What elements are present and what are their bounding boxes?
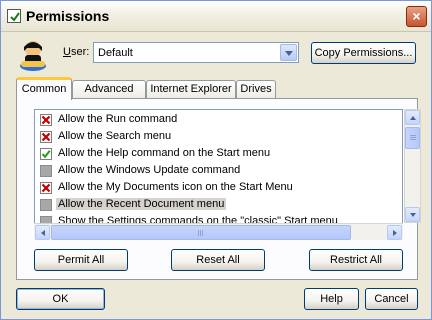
vertical-scroll-thumb[interactable]	[405, 127, 420, 149]
horizontal-scroll-thumb[interactable]	[51, 225, 351, 240]
default-state-checkbox[interactable]	[40, 165, 52, 177]
tab-advanced[interactable]: Advanced	[72, 80, 146, 99]
permitted-check-icon[interactable]	[40, 148, 52, 160]
ok-button[interactable]: OK	[16, 288, 105, 310]
tab-panel-common: Allow the Run command Allow the Search me…	[16, 98, 421, 280]
scroll-down-button[interactable]	[405, 207, 420, 222]
restricted-x-icon[interactable]	[40, 114, 52, 126]
tab-internet-explorer[interactable]: Internet Explorer	[146, 80, 236, 99]
tab-common[interactable]: Common	[16, 77, 72, 100]
permit-all-button[interactable]: Permit All	[34, 249, 128, 271]
cancel-button[interactable]: Cancel	[365, 288, 418, 310]
arrow-down-icon	[410, 213, 416, 217]
window-title: Permissions	[26, 8, 110, 24]
title-bar: Permissions ×	[1, 1, 431, 32]
user-select[interactable]: Default	[93, 42, 299, 63]
list-item-label: Allow the Search menu	[58, 130, 172, 142]
arrow-up-icon	[410, 116, 416, 120]
tab-drives[interactable]: Drives	[236, 80, 276, 99]
arrow-left-icon	[41, 230, 45, 236]
vertical-scrollbar[interactable]	[404, 109, 421, 223]
list-item-label: Allow the Windows Update command	[58, 164, 241, 176]
user-avatar-icon	[19, 39, 47, 71]
copy-permissions-button[interactable]: Copy Permissions...	[311, 42, 416, 64]
scroll-right-button[interactable]	[387, 225, 402, 240]
permissions-list[interactable]: Allow the Run command Allow the Search me…	[34, 109, 403, 240]
list-item-label: Allow the Help command on the Start menu	[58, 147, 271, 159]
list-item-label: Allow the Recent Document menu	[56, 198, 227, 210]
scroll-up-button[interactable]	[405, 110, 420, 125]
scroll-left-button[interactable]	[35, 225, 50, 240]
help-button[interactable]: Help	[304, 288, 359, 310]
restrict-all-button[interactable]: Restrict All	[309, 249, 403, 271]
list-item-label: Allow the Run command	[58, 113, 178, 125]
user-select-value: Default	[98, 47, 133, 59]
checkbox-app-icon	[7, 9, 21, 23]
default-state-checkbox[interactable]	[40, 199, 52, 211]
arrow-right-icon	[393, 230, 397, 236]
user-label: User:	[63, 46, 90, 58]
close-button[interactable]: ×	[406, 6, 427, 27]
restricted-x-icon[interactable]	[40, 131, 52, 143]
reset-all-button[interactable]: Reset All	[171, 249, 265, 271]
horizontal-scrollbar[interactable]	[34, 223, 403, 240]
permissions-dialog: Permissions × User: Default Copy Permiss…	[0, 0, 432, 320]
restricted-x-icon[interactable]	[40, 182, 52, 194]
list-item-label: Allow the My Documents icon on the Start…	[58, 181, 293, 193]
chevron-down-icon[interactable]	[280, 44, 297, 61]
